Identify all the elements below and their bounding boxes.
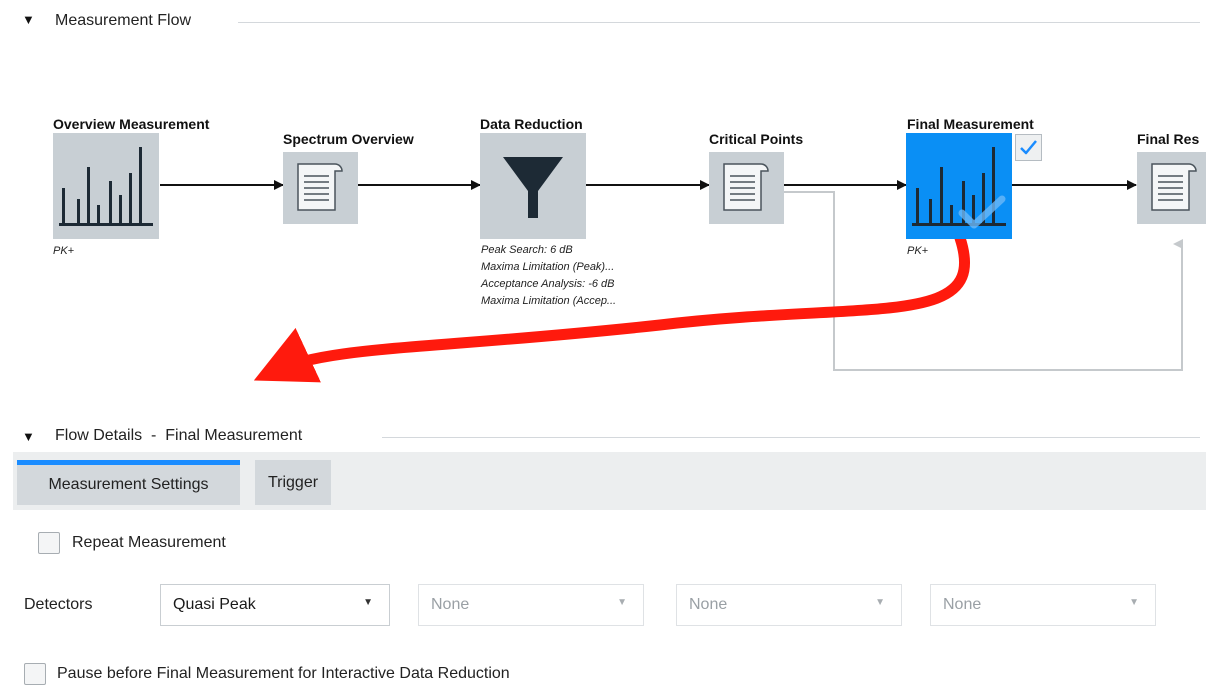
node-note: Maxima Limitation (Accep...	[481, 295, 617, 307]
pause-before-final-label: Pause before Final Measurement for Inter…	[57, 665, 510, 682]
tab-measurement-settings[interactable]: Measurement Settings	[17, 460, 240, 505]
node-note: Peak Search: 6 dB	[481, 244, 573, 256]
node-label-overview: Overview Measurement	[53, 116, 210, 132]
divider	[382, 437, 1200, 438]
node-label-final: Final Measurement	[907, 116, 1034, 132]
dropdown-arrow-icon: ▼	[875, 597, 885, 608]
bar-chart-icon	[912, 147, 1006, 229]
node-label-critical: Critical Points	[709, 131, 804, 147]
detector-select-value: None	[943, 596, 982, 613]
node-overview-measurement[interactable]	[53, 133, 159, 239]
node-label-reduction: Data Reduction	[480, 116, 583, 132]
node-final-measurement[interactable]	[906, 133, 1012, 239]
repeat-measurement-label: Repeat Measurement	[72, 534, 226, 551]
detector-select-3[interactable]: None ▼	[676, 584, 902, 626]
flow-details-label: Flow Details	[55, 427, 143, 444]
document-icon	[723, 163, 769, 211]
detector-select-value: None	[431, 596, 470, 613]
node-data-reduction[interactable]	[480, 133, 586, 239]
node-spectrum-overview[interactable]	[283, 152, 358, 224]
node-critical-points[interactable]	[709, 152, 784, 224]
annotation-arrow	[253, 232, 971, 383]
detector-select-1[interactable]: Quasi Peak ▼	[160, 584, 390, 626]
node-note: Acceptance Analysis: -6 dB	[481, 278, 615, 290]
document-icon	[297, 163, 343, 211]
tab-trigger[interactable]: Trigger	[255, 460, 331, 505]
detector-select-2[interactable]: None ▼	[418, 584, 644, 626]
flow-details-title: Flow Details - Final Measurement	[55, 427, 302, 445]
checkmark-icon	[1020, 140, 1037, 155]
flow-details-subtitle: Final Measurement	[165, 427, 303, 444]
detector-select-value: Quasi Peak	[173, 596, 256, 613]
dropdown-arrow-icon: ▼	[1129, 597, 1139, 608]
dropdown-arrow-icon: ▼	[617, 597, 627, 608]
title-separator: -	[151, 427, 157, 444]
node-note: Maxima Limitation (Peak)...	[481, 261, 615, 273]
repeat-measurement-checkbox[interactable]	[38, 532, 60, 554]
detectors-label: Detectors	[24, 596, 93, 613]
node-label-results: Final Res	[1137, 131, 1200, 147]
pause-before-final-checkbox[interactable]	[24, 663, 46, 685]
collapse-triangle-icon[interactable]: ▼	[22, 429, 35, 444]
document-icon	[1151, 163, 1197, 211]
node-final-results[interactable]	[1137, 152, 1206, 224]
node-note: PK+	[907, 245, 929, 257]
filter-funnel-icon	[503, 157, 563, 218]
dropdown-arrow-icon: ▼	[363, 597, 373, 608]
node-label-spectrum: Spectrum Overview	[283, 131, 414, 147]
node-note: PK+	[53, 245, 75, 257]
detector-select-value: None	[689, 596, 728, 613]
flow-connectors	[160, 180, 1183, 383]
final-enabled-checkbox[interactable]	[1015, 134, 1042, 161]
detector-select-4[interactable]: None ▼	[930, 584, 1156, 626]
bar-chart-icon	[59, 147, 153, 226]
